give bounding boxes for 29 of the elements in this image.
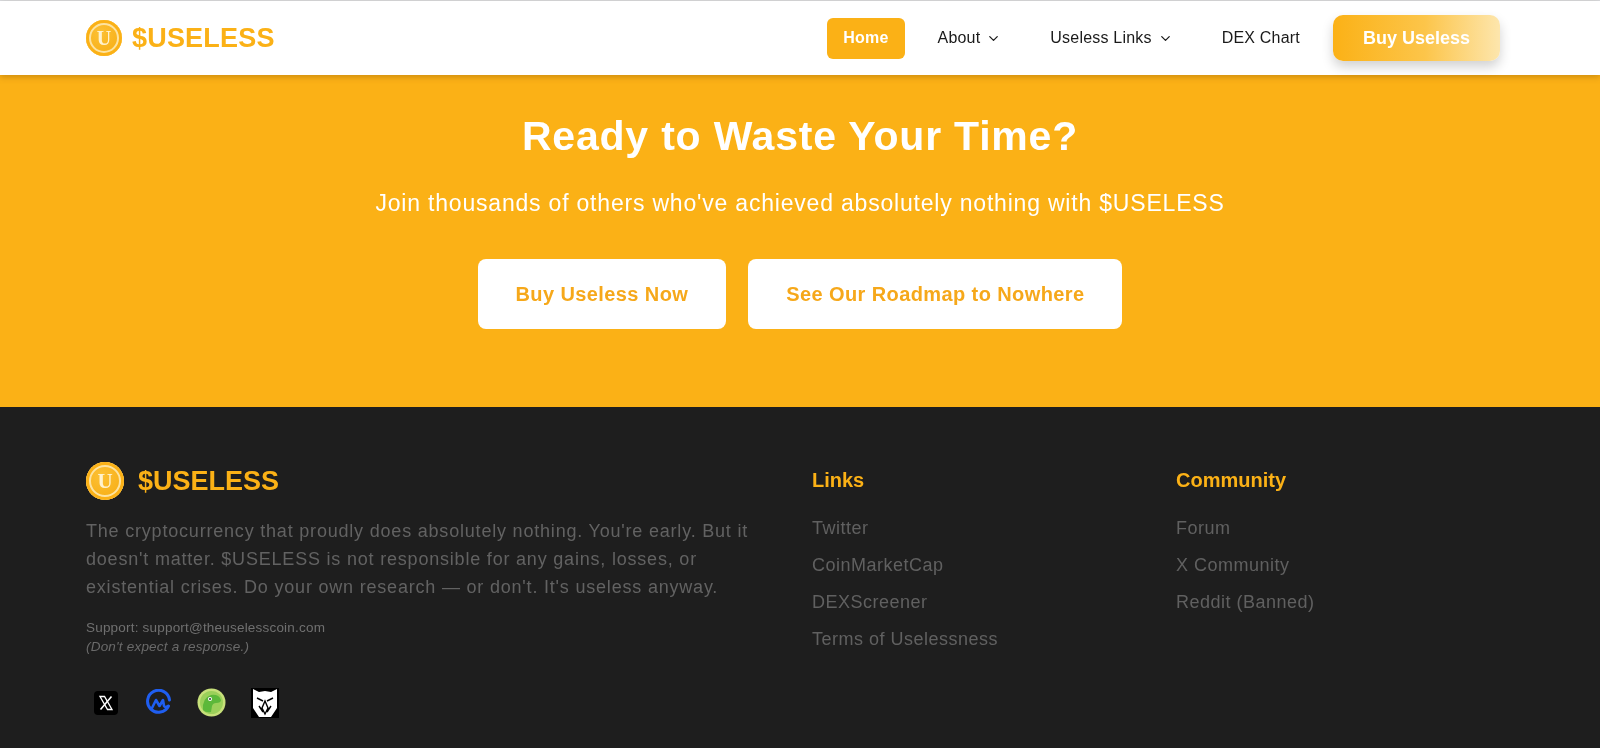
nav-link[interactable]: Useless Links xyxy=(1034,17,1189,59)
hero-title: Ready to Waste Your Time? xyxy=(521,112,1079,160)
nav-link[interactable]: Home xyxy=(827,17,905,59)
support-note: (Don't expect a response.) xyxy=(86,638,250,656)
x-logo-icon[interactable] xyxy=(93,690,118,715)
footer-link[interactable]: Forum xyxy=(1176,516,1231,540)
footer-link[interactable]: DEXScreener xyxy=(812,590,928,614)
footer-link[interactable]: X Community xyxy=(1176,553,1290,577)
nav-link[interactable]: DEX Chart xyxy=(1205,17,1316,59)
hero-subtitle: Join thousands of others who've achieved absolutely nothing with $USELESS xyxy=(375,189,1225,218)
m-circle-icon[interactable] xyxy=(144,688,173,717)
lizard-icon[interactable] xyxy=(197,688,226,717)
coin-logo[interactable]: U xyxy=(86,20,122,56)
column-heading: Community xyxy=(1176,468,1286,493)
hero-button[interactable]: Buy Useless Now xyxy=(477,259,727,329)
brand-name[interactable]: $USELESS xyxy=(132,22,275,54)
footer-description: The cryptocurrency that proudly does absolutely nothing. You're early. But it doesn't matter. $USELESS is not responsible for any gains, losses, or existential crises. Do your own research — or don't. It's useless anyway. xyxy=(86,520,750,599)
hero-button[interactable]: See Our Roadmap to Nowhere xyxy=(748,259,1123,329)
column-heading: Links xyxy=(812,468,865,493)
support-email: Support: support@theuselesscoin.com xyxy=(86,619,326,637)
footer-link[interactable]: Twitter xyxy=(812,516,869,540)
coin-logo: U xyxy=(86,462,124,500)
brand-name: $USELESS xyxy=(138,465,280,497)
eagle-head-icon[interactable] xyxy=(250,687,279,718)
footer-link[interactable]: Terms of Uselessness xyxy=(812,627,999,651)
buy-button[interactable]: Buy Useless xyxy=(1332,15,1500,61)
footer-link[interactable]: CoinMarketCap xyxy=(812,553,944,577)
footer-link[interactable]: Reddit (Banned) xyxy=(1176,590,1315,614)
nav-link[interactable]: About xyxy=(921,17,1018,59)
